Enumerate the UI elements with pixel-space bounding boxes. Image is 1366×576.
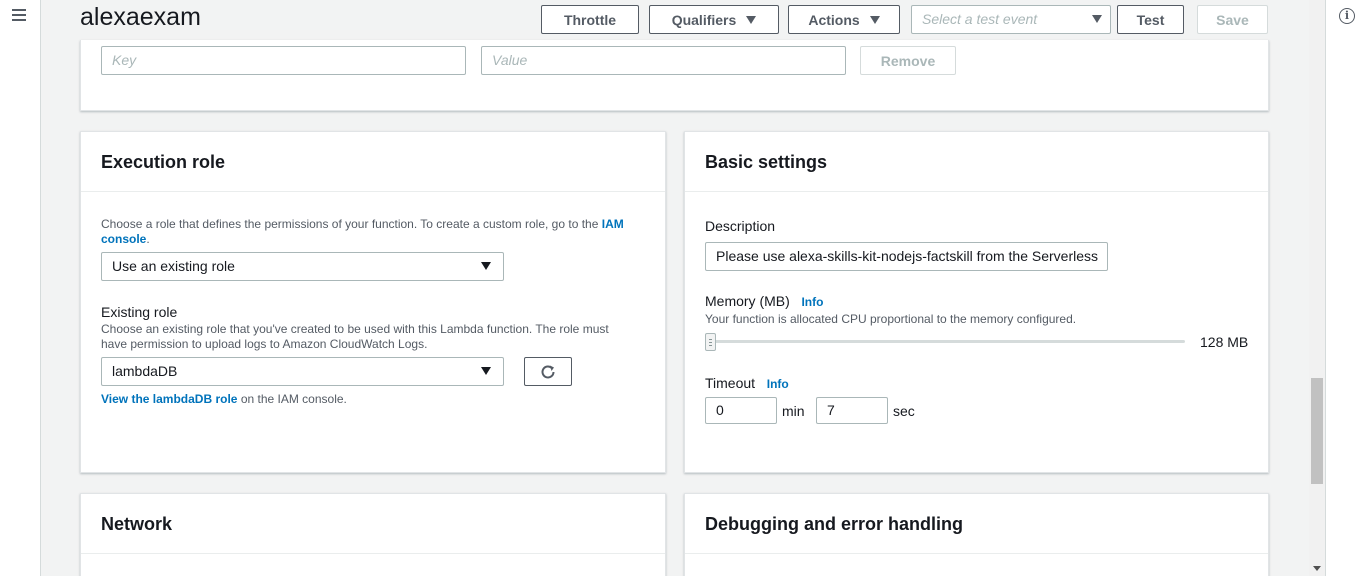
environment-variables-card: Key Value Remove (80, 40, 1269, 111)
iam-console-link-cont[interactable]: console (101, 232, 146, 246)
memory-value: 128 MB (1200, 334, 1249, 350)
basic-settings-title: Basic settings (685, 132, 1268, 192)
function-title: alexaexam (80, 3, 201, 31)
actions-label: Actions (808, 11, 860, 28)
timeout-sec-value: 7 (827, 402, 835, 418)
test-button[interactable]: Test (1117, 5, 1184, 34)
existing-role-help-line1: Choose an existing role that you've crea… (101, 322, 609, 336)
page-scrollbar[interactable] (1309, 0, 1325, 576)
test-event-placeholder: Select a test event (922, 11, 1038, 27)
description-prefix: Choose a role that defines the permissio… (101, 217, 602, 231)
existing-role-value: lambdaDB (112, 363, 178, 379)
timeout-sec-unit: sec (893, 403, 915, 419)
timeout-min-value: 0 (716, 402, 724, 418)
refresh-roles-button[interactable] (524, 357, 572, 386)
description-suffix: . (146, 232, 150, 246)
view-role-suffix: on the IAM console. (237, 392, 347, 406)
info-icon[interactable]: i (1339, 8, 1355, 24)
timeout-label-row: Timeout Info (705, 375, 789, 391)
env-value-placeholder: Value (492, 52, 528, 68)
refresh-icon (541, 364, 555, 378)
caret-down-icon (869, 15, 880, 24)
scroll-down-arrow-icon[interactable] (1313, 566, 1321, 571)
network-card: Network (80, 493, 666, 576)
execution-role-title: Execution role (81, 132, 665, 192)
description-value: Please use alexa-skills-kit-nodejs-facts… (716, 248, 1099, 264)
timeout-info-link[interactable]: Info (767, 377, 789, 391)
execution-role-card: Execution role Choose a role that define… (80, 131, 666, 473)
remove-button-label: Remove (880, 52, 936, 69)
function-header: alexaexam Throttle Qualifiers Actions Se… (42, 0, 1309, 40)
scrollbar-thumb[interactable] (1311, 378, 1323, 484)
memory-slider-track (705, 340, 1185, 343)
view-role-link[interactable]: View the lambdaDB role (101, 392, 237, 406)
caret-down-icon (1092, 15, 1102, 23)
iam-console-link[interactable]: IAM (602, 217, 624, 231)
timeout-min-unit: min (782, 403, 805, 419)
timeout-sec-input[interactable]: 7 (816, 397, 888, 424)
description-input[interactable]: Please use alexa-skills-kit-nodejs-facts… (705, 242, 1108, 271)
basic-settings-card: Basic settings Description Please use al… (684, 131, 1269, 473)
test-button-label: Test (1136, 11, 1165, 28)
execution-role-description: Choose a role that defines the permissio… (101, 217, 646, 247)
role-type-value: Use an existing role (112, 258, 235, 274)
env-key-placeholder: Key (112, 52, 137, 68)
role-type-select[interactable]: Use an existing role (101, 252, 504, 281)
timeout-label: Timeout (705, 375, 756, 391)
caret-down-icon (481, 262, 491, 270)
test-event-select[interactable]: Select a test event (911, 5, 1111, 34)
memory-label: Memory (MB) (705, 293, 790, 309)
qualifiers-dropdown[interactable]: Qualifiers (649, 5, 779, 34)
remove-button[interactable]: Remove (860, 46, 956, 75)
throttle-button-label: Throttle (563, 11, 617, 28)
debugging-card: Debugging and error handling (684, 493, 1269, 576)
hamburger-menu-icon[interactable] (12, 9, 26, 23)
qualifiers-label: Qualifiers (671, 11, 737, 28)
existing-role-select[interactable]: lambdaDB (101, 357, 504, 386)
save-button[interactable]: Save (1197, 5, 1268, 34)
existing-role-label: Existing role (101, 304, 178, 320)
timeout-min-input[interactable]: 0 (705, 397, 777, 424)
memory-label-row: Memory (MB) Info (705, 293, 823, 309)
env-value-input[interactable]: Value (481, 46, 846, 75)
memory-info-link[interactable]: Info (801, 295, 823, 309)
memory-slider-handle[interactable] (705, 333, 716, 351)
env-key-input[interactable]: Key (101, 46, 466, 75)
caret-down-icon (746, 15, 757, 24)
memory-slider[interactable] (705, 333, 1185, 351)
caret-down-icon (481, 367, 491, 375)
network-title: Network (81, 494, 665, 554)
throttle-button[interactable]: Throttle (541, 5, 639, 34)
right-rail: i (1325, 0, 1366, 576)
existing-role-help-line2: have permission to upload logs to Amazon… (101, 337, 428, 351)
nav-rail (0, 0, 41, 576)
description-label: Description (705, 218, 776, 234)
view-role-line: View the lambdaDB role on the IAM consol… (101, 392, 347, 407)
debugging-title: Debugging and error handling (685, 494, 1268, 554)
actions-dropdown[interactable]: Actions (788, 5, 900, 34)
save-button-label: Save (1216, 11, 1249, 28)
memory-help: Your function is allocated CPU proportio… (705, 312, 1077, 326)
existing-role-help: Choose an existing role that you've crea… (101, 322, 646, 352)
